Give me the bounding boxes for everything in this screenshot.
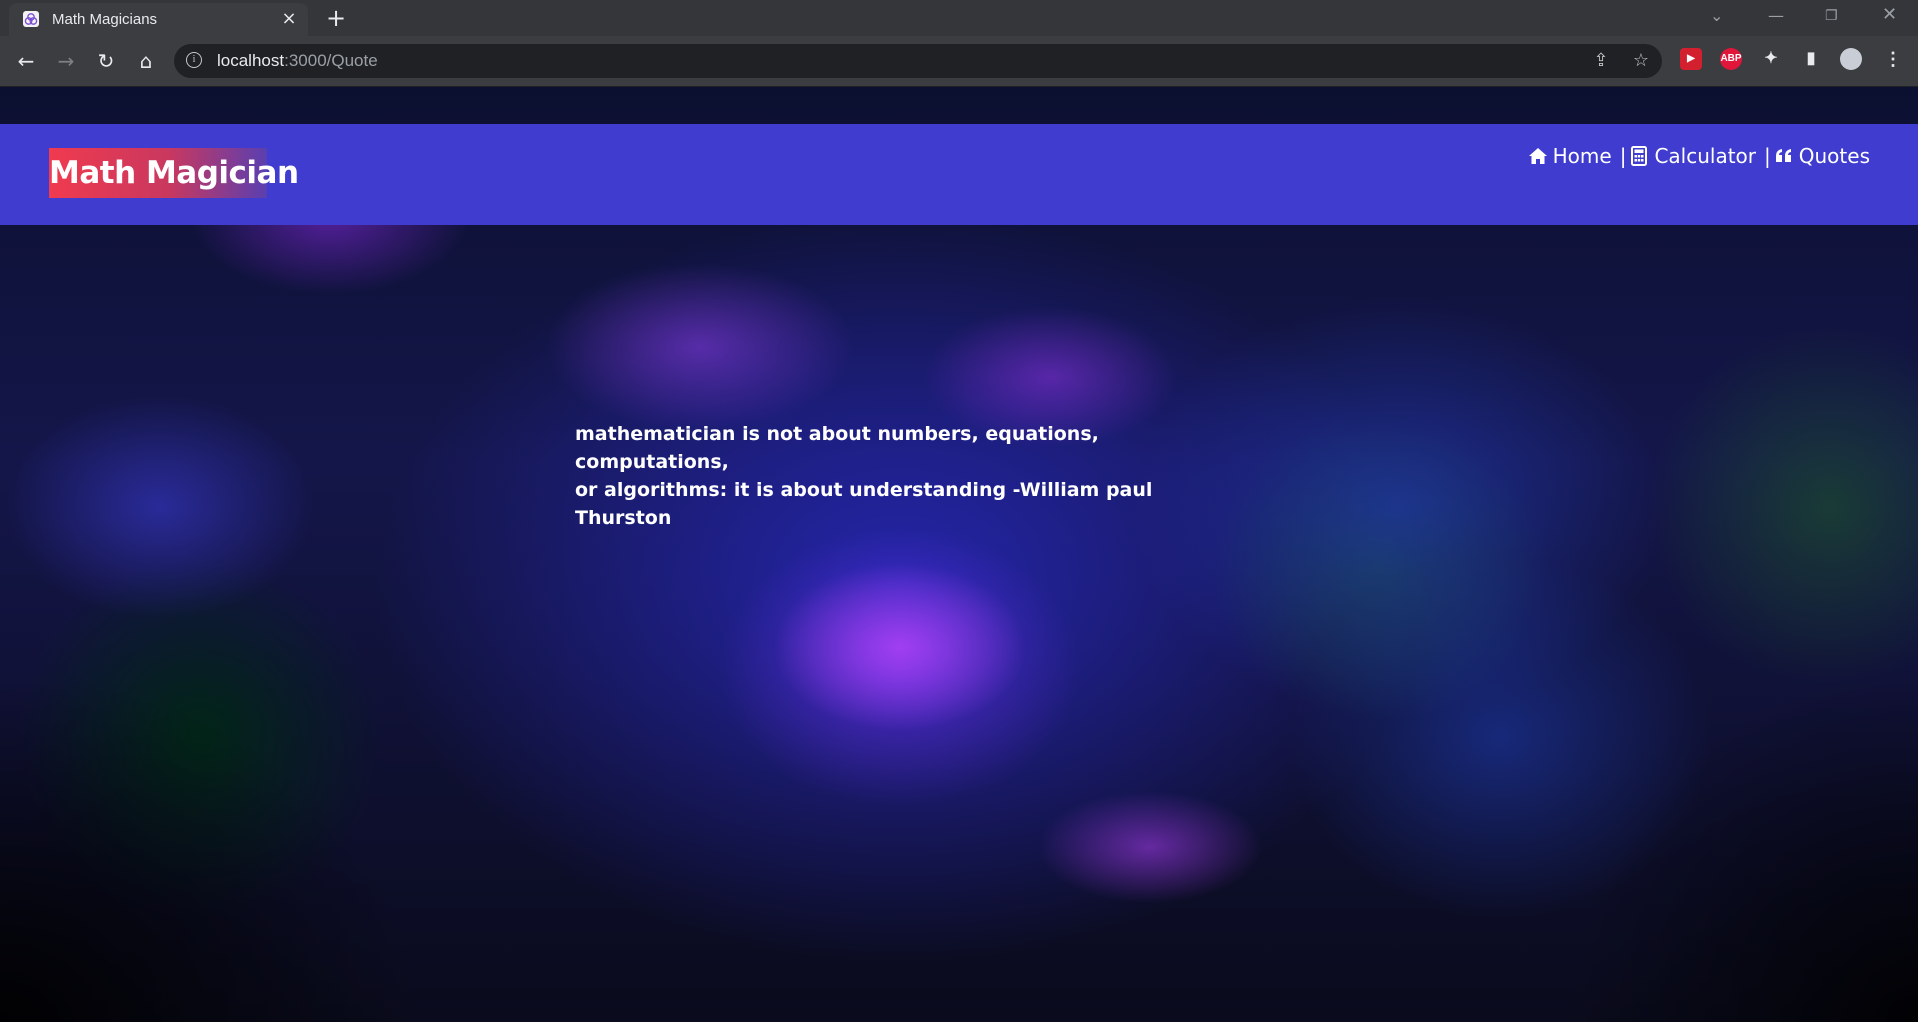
- browser-tab-strip: Math Magicians × + ⌄ — ❐ ✕: [0, 0, 1918, 36]
- calculator-icon: [1631, 146, 1648, 166]
- bookmark-star-icon[interactable]: ☆: [1630, 50, 1652, 72]
- forward-icon[interactable]: →: [53, 48, 79, 74]
- site-logo: Math Magician: [49, 148, 299, 198]
- home-icon: [1528, 148, 1547, 164]
- side-panel-icon[interactable]: ▮: [1800, 48, 1822, 70]
- site-info-icon[interactable]: i: [186, 52, 202, 68]
- restore-icon[interactable]: ❐: [1825, 8, 1838, 24]
- logo-text: Math Magician: [49, 155, 299, 191]
- site-navbar: Math Magician Home | Calculator | Quotes: [0, 124, 1918, 225]
- reload-icon[interactable]: ↻: [93, 48, 119, 74]
- nav-separator: |: [1619, 144, 1627, 168]
- adblock-icon[interactable]: ABP: [1720, 48, 1742, 70]
- quote-line: or algorithms: it is about understanding…: [575, 479, 1153, 529]
- back-icon[interactable]: ←: [13, 48, 39, 74]
- quote-line: mathematician is not about numbers, equa…: [575, 423, 1099, 473]
- close-tab-icon[interactable]: ×: [280, 10, 298, 28]
- quote-text: mathematician is not about numbers, equa…: [575, 420, 1185, 532]
- extension-red-icon[interactable]: ▶: [1680, 48, 1702, 70]
- nav-separator: |: [1764, 144, 1771, 168]
- nav-link-home[interactable]: Home: [1528, 144, 1612, 168]
- browser-toolbar: ← → ↻ ⌂ i localhost:3000/Quote ⇪ ☆ ▶ ABP…: [0, 36, 1918, 87]
- page-background: Math Magician Home | Calculator | Quotes…: [0, 87, 1918, 1022]
- address-bar[interactable]: i localhost:3000/Quote ⇪ ☆: [174, 44, 1662, 78]
- nav-link-quotes[interactable]: Quotes: [1774, 144, 1870, 168]
- site-favicon-icon: [23, 11, 39, 27]
- tab-search-icon[interactable]: ⌄: [1710, 6, 1723, 25]
- quote-icon: [1775, 149, 1791, 162]
- nav-link-calculator[interactable]: Calculator: [1629, 144, 1756, 168]
- share-icon[interactable]: ⇪: [1590, 50, 1612, 72]
- nav-links: Home | Calculator | Quotes: [1528, 144, 1870, 168]
- profile-avatar[interactable]: [1840, 48, 1862, 70]
- new-tab-button[interactable]: +: [324, 6, 348, 31]
- tab-title: Math Magicians: [52, 11, 158, 28]
- browser-tab[interactable]: Math Magicians ×: [9, 3, 308, 36]
- close-window-icon[interactable]: ✕: [1882, 4, 1897, 25]
- browser-menu-icon[interactable]: ⋮: [1882, 48, 1904, 70]
- minimize-icon[interactable]: —: [1768, 6, 1784, 25]
- url-text: localhost:3000/Quote: [217, 51, 378, 70]
- extensions-puzzle-icon[interactable]: ✦: [1760, 48, 1782, 70]
- home-button-icon[interactable]: ⌂: [133, 48, 159, 74]
